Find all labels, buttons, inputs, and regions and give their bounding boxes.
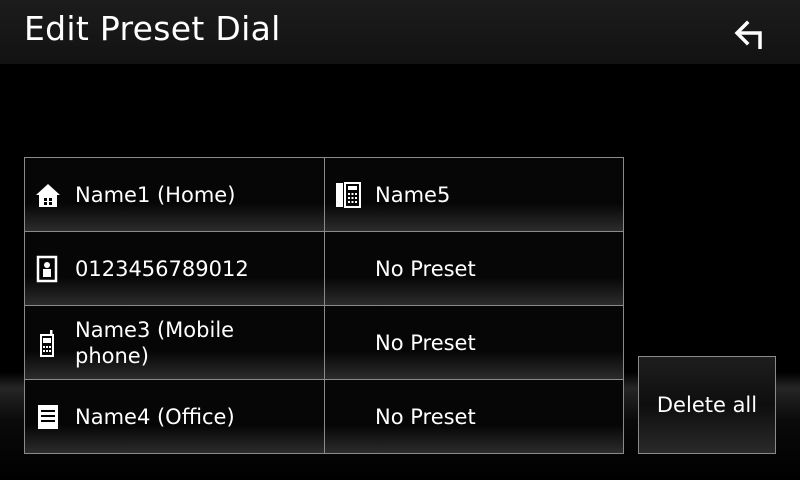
home-icon [35,181,61,209]
delete-all-label: Delete all [656,393,758,417]
phonebook-icon [335,181,361,209]
header-bar: Edit Preset Dial [0,0,800,64]
preset-label-line1: Name3 (Mobile [75,317,235,342]
preset-label: Name3 (Mobile phone) [75,317,234,369]
contact-icon [35,255,61,283]
preset-label: No Preset [375,330,476,355]
preset-button-1[interactable]: Name1 (Home) [24,157,325,232]
office-icon [35,403,61,431]
preset-button-3[interactable]: Name3 (Mobile phone) [24,305,325,380]
preset-button-6[interactable]: No Preset [324,231,624,306]
mobile-phone-icon [35,329,61,357]
edit-preset-dial-screen: Edit Preset Dial Name1 (Home) 0123456789… [0,0,800,480]
preset-label-line2: phone) [75,343,149,368]
page-title: Edit Preset Dial [24,9,281,48]
preset-label: 0123456789012 [75,256,249,281]
preset-button-4[interactable]: Name4 (Office) [24,379,325,454]
preset-button-8[interactable]: No Preset [324,379,624,454]
preset-label: Name4 (Office) [75,404,235,429]
delete-all-button[interactable]: Delete all [638,356,776,454]
preset-button-7[interactable]: No Preset [324,305,624,380]
preset-label: No Preset [375,404,476,429]
back-button[interactable] [724,10,784,56]
preset-label: Name5 [375,182,451,207]
preset-label: No Preset [375,256,476,281]
preset-label: Name1 (Home) [75,182,236,207]
preset-button-2[interactable]: 0123456789012 [24,231,325,306]
preset-button-5[interactable]: Name5 [324,157,624,232]
